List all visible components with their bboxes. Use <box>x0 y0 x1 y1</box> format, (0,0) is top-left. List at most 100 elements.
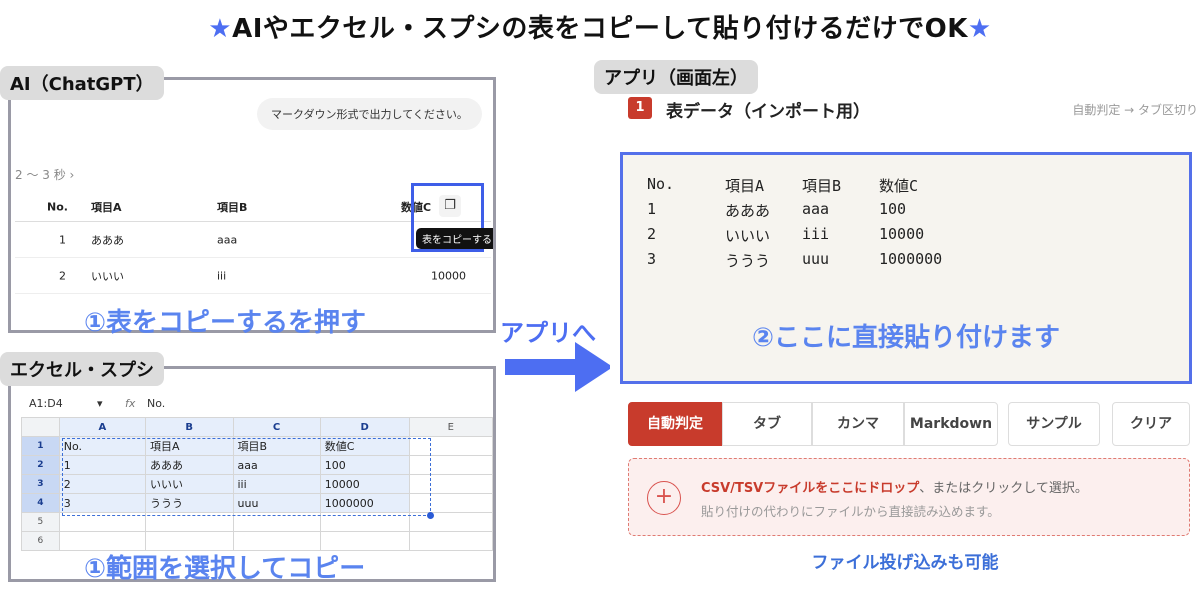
table-cell: 2 <box>59 269 66 282</box>
cell[interactable]: 2 <box>58 474 146 494</box>
cell[interactable] <box>144 512 234 532</box>
textarea-line: 3 ううう uuu 1000000 <box>647 250 1167 274</box>
paste-caption: ②ここに直接貼り付けます <box>751 323 1060 353</box>
row-header[interactable]: 6 <box>21 531 60 551</box>
cell[interactable]: iii <box>232 474 321 494</box>
cell[interactable]: aaa <box>232 455 321 475</box>
comma-button[interactable]: カンマ <box>812 402 904 446</box>
textarea-cell: iii <box>802 225 830 243</box>
cell[interactable] <box>408 436 493 456</box>
textarea-cell: uuu <box>802 250 830 268</box>
textarea-cell: あああ <box>725 202 771 220</box>
textarea-cell: ううう <box>725 252 771 270</box>
table-row: 3 2 いいい iii 10000 <box>21 474 493 494</box>
column-header[interactable]: B <box>144 417 234 437</box>
cell[interactable] <box>232 512 321 532</box>
textarea-cell: 2 <box>647 225 657 243</box>
table-header-cell: 項目B <box>217 200 248 214</box>
table-header-cell: No. <box>47 200 68 213</box>
textarea-cell: 数値C <box>879 177 919 195</box>
cell[interactable] <box>408 493 493 513</box>
cell[interactable] <box>408 455 493 475</box>
textarea-line: 2 いいい iii 10000 <box>647 225 1167 249</box>
table-cell: 1 <box>59 233 66 246</box>
plus-icon: + <box>647 481 681 515</box>
copy-icon[interactable]: ❐ <box>439 195 461 217</box>
cell[interactable] <box>319 512 410 532</box>
sample-button[interactable]: サンプル <box>1008 402 1100 446</box>
section-number-badge: 1 <box>628 97 652 119</box>
cell[interactable]: 項目A <box>144 436 234 456</box>
cell[interactable]: 1000000 <box>319 493 410 513</box>
row-header[interactable]: 2 <box>21 455 60 475</box>
cell[interactable]: 10000 <box>319 474 410 494</box>
star-icon: ★ <box>208 14 233 44</box>
table-header-cell: 項目A <box>91 200 122 214</box>
formula-bar: A1:D4 ▾ fx No. <box>25 395 487 413</box>
textarea-cell: いいい <box>725 227 771 245</box>
textarea-cell: 3 <box>647 250 657 268</box>
copy-tooltip: 表をコピーする <box>416 228 493 249</box>
tab-button[interactable]: タブ <box>722 402 812 446</box>
name-box[interactable]: A1:D4 <box>29 397 63 410</box>
column-header[interactable]: D <box>319 417 410 437</box>
cell[interactable]: 3 <box>58 493 146 513</box>
textarea-cell: 100 <box>879 200 907 218</box>
app-tag: アプリ（画面左） <box>594 60 758 94</box>
cell[interactable]: 項目B <box>232 436 321 456</box>
textarea-cell: 10000 <box>879 225 925 243</box>
thinking-time[interactable]: 2 〜 3 秒 › <box>15 166 74 183</box>
app-panel: 1 表データ（インポート用） 自動判定 → タブ区切り No. 項目A 項目B … <box>610 82 1200 544</box>
cell[interactable]: いいい <box>144 474 234 494</box>
ai-caption: ①表をコピーするを押す <box>84 308 367 338</box>
file-caption: ファイル投げ込みも可能 <box>811 553 999 573</box>
clear-button[interactable]: クリア <box>1112 402 1190 446</box>
drop-instruction-rest: 、またはクリックして選択。 <box>919 481 1088 496</box>
cell[interactable] <box>408 474 493 494</box>
table-cell: いいい <box>91 269 124 283</box>
headline: ★AIやエクセル・スプシの表をコピーして貼り付けるだけでOK★ <box>0 8 1200 45</box>
table-cell: iii <box>217 269 227 282</box>
row-header[interactable]: 5 <box>21 512 60 532</box>
paste-textarea[interactable]: No. 項目A 項目B 数値C 1 あああ aaa 100 2 いいい iii … <box>620 152 1192 384</box>
column-header[interactable]: E <box>408 417 493 437</box>
cell[interactable]: No. <box>58 436 146 456</box>
fill-handle[interactable] <box>427 512 434 519</box>
textarea-line: No. 項目A 項目B 数値C <box>647 175 1167 199</box>
cell[interactable]: ううう <box>144 493 234 513</box>
section-header: 1 表データ（インポート用） 自動判定 → タブ区切り <box>628 94 1198 122</box>
cell[interactable]: 数値C <box>319 436 410 456</box>
cell[interactable] <box>408 512 493 532</box>
table-cell: 10000 <box>431 269 466 282</box>
row-header[interactable]: 4 <box>21 493 60 513</box>
cell[interactable]: uuu <box>232 493 321 513</box>
textarea-cell: 1000000 <box>879 250 943 268</box>
chevron-down-icon[interactable]: ▾ <box>97 397 103 410</box>
format-button-row: 自動判定 タブ カンマ Markdown サンプル クリア <box>628 402 1190 446</box>
spreadsheet-grid: A B C D E 1 No. 項目A 項目B 数値C 2 1 あああ aaa … <box>21 417 493 551</box>
textarea-cell: aaa <box>802 200 830 218</box>
textarea-cell: 1 <box>647 200 657 218</box>
column-header[interactable]: C <box>232 417 321 437</box>
textarea-cell: No. <box>647 175 675 193</box>
file-drop-zone[interactable]: + CSV/TSVファイルをここにドロップ、またはクリックして選択。 貼り付けの… <box>628 458 1190 536</box>
column-header[interactable]: A <box>58 417 146 437</box>
cell[interactable]: 100 <box>319 455 410 475</box>
headline-text: AIやエクセル・スプシの表をコピーして貼り付けるだけでOK <box>232 14 968 44</box>
formula-value[interactable]: No. <box>147 397 165 410</box>
cell[interactable] <box>408 531 493 551</box>
drop-subtext: 貼り付けの代わりにファイルから直接読み込めます。 <box>701 504 1000 519</box>
user-message-bubble: マークダウン形式で出力してください。 <box>257 98 482 130</box>
auto-detect-button[interactable]: 自動判定 <box>628 402 722 446</box>
cell[interactable]: 1 <box>58 455 146 475</box>
row-header[interactable]: 1 <box>21 436 60 456</box>
cell[interactable] <box>58 512 146 532</box>
table-row: 2 いいい iii 10000 <box>15 258 491 294</box>
table-row: 2 1 あああ aaa 100 <box>21 455 493 475</box>
corner-cell[interactable] <box>21 417 60 437</box>
cell[interactable]: あああ <box>144 455 234 475</box>
row-header[interactable]: 3 <box>21 474 60 494</box>
drop-instruction-strong: CSV/TSVファイルをここにドロップ <box>701 481 920 496</box>
right-arrow-icon <box>505 342 613 392</box>
markdown-button[interactable]: Markdown <box>904 402 998 446</box>
